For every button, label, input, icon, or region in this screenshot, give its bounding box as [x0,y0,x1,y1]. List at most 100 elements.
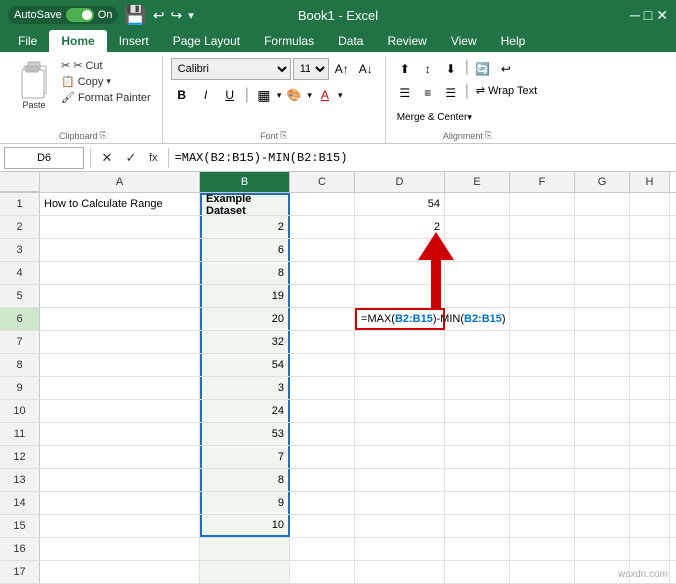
align-middle-button[interactable]: ↕ [417,58,439,80]
cell-e7[interactable] [445,331,510,353]
cell-f7[interactable] [510,331,575,353]
cell-h16[interactable] [630,538,670,560]
underline-button[interactable]: U [219,84,241,106]
align-left-button[interactable]: ☰ [394,82,416,104]
cell-h7[interactable] [630,331,670,353]
tab-page-layout[interactable]: Page Layout [161,30,252,52]
font-increase-button[interactable]: A↑ [331,58,353,80]
cell-f1[interactable] [510,193,575,215]
cell-e10[interactable] [445,400,510,422]
align-right-button[interactable]: ☰ [440,82,462,104]
cell-b8[interactable]: 54 [200,354,290,376]
merge-center-button[interactable]: Merge & Center ▾ [394,106,475,128]
cell-h4[interactable] [630,262,670,284]
col-header-d[interactable]: D [355,172,445,192]
cell-f9[interactable] [510,377,575,399]
cell-a7[interactable] [40,331,200,353]
font-color-button[interactable]: A [314,84,336,106]
cell-e3[interactable] [445,239,510,261]
cell-a5[interactable] [40,285,200,307]
cell-b2[interactable]: 2 [200,216,290,238]
cell-f10[interactable] [510,400,575,422]
cell-c2[interactable] [290,216,355,238]
cell-d16[interactable] [355,538,445,560]
cell-g6[interactable] [575,308,630,330]
undo-icon[interactable]: ↩ [153,7,165,24]
cell-d15[interactable] [355,515,445,537]
cell-f16[interactable] [510,538,575,560]
tab-home[interactable]: Home [49,30,106,52]
col-header-e[interactable]: E [445,172,510,192]
cell-e16[interactable] [445,538,510,560]
col-header-f[interactable]: F [510,172,575,192]
cell-g3[interactable] [575,239,630,261]
autosave-toggle[interactable] [66,8,94,22]
format-painter-button[interactable]: 🖌 Format Painter [58,90,154,105]
cell-a9[interactable] [40,377,200,399]
cell-h15[interactable] [630,515,670,537]
cell-c16[interactable] [290,538,355,560]
cell-g9[interactable] [575,377,630,399]
cell-h5[interactable] [630,285,670,307]
tab-data[interactable]: Data [326,30,375,52]
cell-e5[interactable] [445,285,510,307]
wrap-text-button[interactable]: ⇌ Wrap Text [472,82,541,99]
cell-e15[interactable] [445,515,510,537]
bold-button[interactable]: B [171,84,193,106]
col-header-g[interactable]: G [575,172,630,192]
cell-f8[interactable] [510,354,575,376]
cell-f2[interactable] [510,216,575,238]
align-center-button[interactable]: ≡ [417,82,439,104]
cell-d8[interactable] [355,354,445,376]
cell-b12[interactable]: 7 [200,446,290,468]
cell-b7[interactable]: 32 [200,331,290,353]
cell-f4[interactable] [510,262,575,284]
cell-a12[interactable] [40,446,200,468]
cell-h3[interactable] [630,239,670,261]
cell-c9[interactable] [290,377,355,399]
font-color-dropdown-arrow[interactable]: ▾ [338,90,343,101]
border-button[interactable]: ▦ [253,84,275,106]
quick-access-more[interactable]: ▾ [188,9,194,22]
cell-d1[interactable]: 54 [355,193,445,215]
clipboard-launcher[interactable]: ⎘ [100,130,107,141]
cell-e4[interactable] [445,262,510,284]
tab-file[interactable]: File [6,30,49,52]
tab-view[interactable]: View [439,30,489,52]
cell-a4[interactable] [40,262,200,284]
font-size-select[interactable]: 11 [293,58,329,80]
cell-g15[interactable] [575,515,630,537]
cell-g10[interactable] [575,400,630,422]
alignment-launcher[interactable]: ⎘ [485,130,492,141]
cell-c4[interactable] [290,262,355,284]
redo-icon[interactable]: ↪ [171,7,183,24]
cell-c10[interactable] [290,400,355,422]
cell-b9[interactable]: 3 [200,377,290,399]
cell-c15[interactable] [290,515,355,537]
col-header-a[interactable]: A [40,172,200,192]
tab-help[interactable]: Help [489,30,538,52]
cut-button[interactable]: ✂ ✂ Cut [58,58,154,73]
cell-g1[interactable] [575,193,630,215]
name-box[interactable]: D6 [4,147,84,169]
cell-b17[interactable] [200,561,290,583]
cell-h9[interactable] [630,377,670,399]
cell-c6[interactable] [290,308,355,330]
cell-g14[interactable] [575,492,630,514]
autosave-badge[interactable]: AutoSave On [8,6,118,24]
cell-a2[interactable] [40,216,200,238]
cell-c13[interactable] [290,469,355,491]
indent-button[interactable]: ↩ [495,58,517,80]
cell-b15[interactable]: 10 [200,515,290,537]
align-bottom-button[interactable]: ⬇ [440,58,462,80]
formula-confirm-button[interactable]: ✓ [121,148,141,168]
cell-a1[interactable]: How to Calculate Range [40,193,200,215]
cell-b11[interactable]: 53 [200,423,290,445]
border-dropdown-arrow[interactable]: ▾ [277,90,282,101]
col-header-h[interactable]: H [630,172,670,192]
cell-d6-active[interactable]: =MAX(B2:B15)-MIN(B2:B15) [355,308,445,330]
text-direction-button[interactable]: 🔄 [472,58,494,80]
cell-c5[interactable] [290,285,355,307]
cell-a8[interactable] [40,354,200,376]
cell-c14[interactable] [290,492,355,514]
